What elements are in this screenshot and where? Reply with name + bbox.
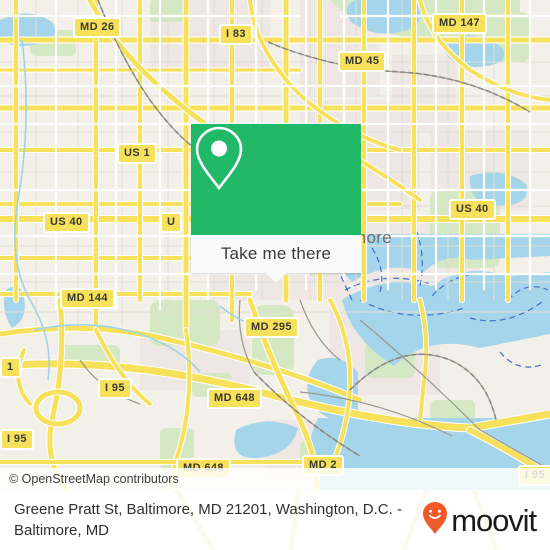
road-shield: MD 26 <box>73 17 122 38</box>
take-me-there-callout[interactable]: Take me there <box>191 124 361 283</box>
take-me-there-button[interactable]: Take me there <box>191 235 361 283</box>
road-shield: MD 144 <box>60 288 115 309</box>
road-shield: US 40 <box>449 199 496 220</box>
moovit-smiley-pin-icon <box>422 501 448 540</box>
callout-pointer-arrow <box>265 272 287 283</box>
road-shield: I 95 <box>0 429 34 450</box>
road-shield: MD 295 <box>244 317 299 338</box>
location-address: Greene Pratt St, Baltimore, MD 21201, Wa… <box>14 501 402 539</box>
road-shield: I 83 <box>219 24 253 45</box>
road-shield: 1 <box>0 357 21 378</box>
footer-bar: Greene Pratt St, Baltimore, MD 21201, Wa… <box>0 490 550 550</box>
road-shield: U <box>160 212 183 233</box>
road-shield: I 95 <box>98 378 132 399</box>
road-shield: US 40 <box>43 212 90 233</box>
road-shield: MD 648 <box>207 388 262 409</box>
road-shield: MD 45 <box>338 51 387 72</box>
map-screenshot: .rd { stroke:#F7E05A; fill:none; stroke-… <box>0 0 550 550</box>
map-attribution-bar: © OpenStreetMap contributors <box>0 468 550 490</box>
callout-pin-panel <box>191 124 361 235</box>
road-shield: MD 147 <box>432 13 487 34</box>
attribution-text: © OpenStreetMap contributors <box>9 472 179 486</box>
road-shield: US 1 <box>117 143 158 164</box>
moovit-wordmark: moovit <box>451 502 537 538</box>
map-canvas[interactable]: .rd { stroke:#F7E05A; fill:none; stroke-… <box>0 0 550 490</box>
moovit-logo[interactable]: moovit <box>422 501 537 540</box>
take-me-there-label: Take me there <box>220 244 332 263</box>
